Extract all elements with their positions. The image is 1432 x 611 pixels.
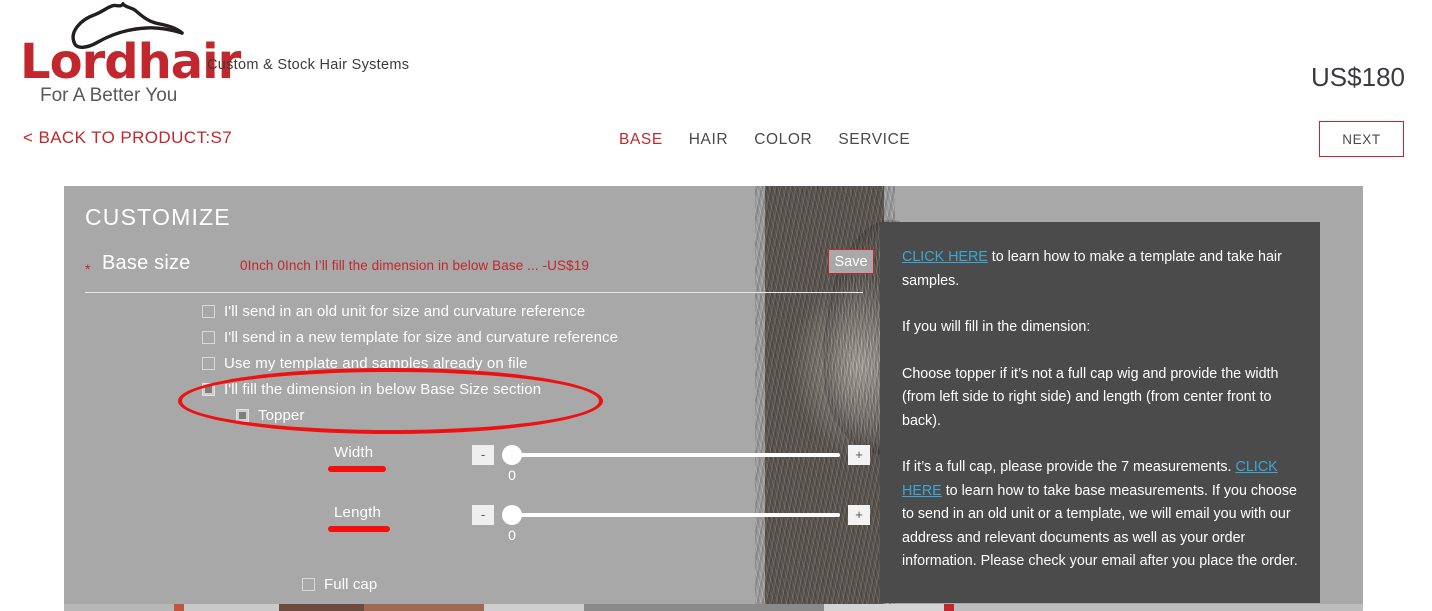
length-increment-button[interactable]: + <box>848 505 870 525</box>
required-marker: * <box>85 261 91 277</box>
section-divider <box>85 292 863 293</box>
width-slider-block: Width - + 0 <box>64 444 870 504</box>
width-value: 0 <box>508 467 516 483</box>
brand-logo[interactable]: Lordhair For A Better You <box>20 2 241 107</box>
price-total: US$180 <box>1311 62 1405 92</box>
option-full-cap[interactable]: Full cap <box>302 576 377 593</box>
tab-service[interactable]: SERVICE <box>836 129 912 151</box>
click-here-link-1[interactable]: CLICK HERE <box>902 249 988 265</box>
option-label: I'll send in an old unit for size and cu… <box>224 302 586 320</box>
save-button[interactable]: Save <box>828 249 874 274</box>
tab-base[interactable]: BASE <box>617 129 665 151</box>
next-button[interactable]: NEXT <box>1319 121 1404 157</box>
option-label: I'll fill the dimension in below Base Si… <box>224 380 542 398</box>
checkbox-checked-icon[interactable] <box>236 408 249 422</box>
option-label: Topper <box>258 406 305 424</box>
info-paragraph-3: Choose topper if it’s not a full cap wig… <box>902 365 1279 429</box>
brand-slogan: For A Better You <box>40 85 178 106</box>
checkbox-icon[interactable] <box>202 330 215 344</box>
info-paragraph-1: CLICK HERE to learn how to make a templa… <box>902 246 1298 293</box>
checkbox-icon[interactable] <box>302 578 315 591</box>
length-underline-annotation <box>328 526 390 532</box>
info-paragraph-4: If it’s a full cap, please provide the 7… <box>902 456 1298 574</box>
option-label: Full cap <box>324 576 378 593</box>
info-paragraph-4-text: to learn how to take base measurements. … <box>902 482 1298 570</box>
page-bottom-thumbnail-strip <box>64 604 1363 611</box>
width-label: Width <box>334 444 374 461</box>
panel-title: CUSTOMIZE <box>85 204 231 230</box>
option-topper[interactable]: Topper <box>236 402 822 428</box>
width-slider-track[interactable] <box>505 453 840 457</box>
option-label: Use my template and samples already on f… <box>224 354 528 372</box>
length-slider-block: Length - + 0 <box>64 504 870 564</box>
length-slider-track[interactable] <box>505 513 840 517</box>
width-slider-knob[interactable] <box>502 445 522 465</box>
step-navbar: < BACK TO PRODUCT:S7 BASE HAIR COLOR SER… <box>0 112 1432 186</box>
help-info-panel: CLICK HERE to learn how to make a templa… <box>880 222 1320 603</box>
section-title: Base size <box>102 252 191 274</box>
length-label: Length <box>334 504 382 521</box>
header-tagline: Custom & Stock Hair Systems <box>207 57 410 73</box>
tab-color[interactable]: COLOR <box>752 129 814 151</box>
page-header: Lordhair For A Better You Custom & Stock… <box>0 0 1432 112</box>
width-increment-button[interactable]: + <box>848 445 870 465</box>
option-label: I'll send in a new template for size and… <box>224 328 619 346</box>
length-slider-knob[interactable] <box>502 505 522 525</box>
option-new-template[interactable]: I'll send in a new template for size and… <box>202 324 822 350</box>
base-size-options: I'll send in an old unit for size and cu… <box>202 298 822 428</box>
info-paragraph-4-lead: If it’s a full cap, please provide the 7… <box>902 459 1236 475</box>
section-summary: 0Inch 0Inch I’ll fill the dimension in b… <box>240 258 589 273</box>
checkbox-checked-icon[interactable] <box>202 382 215 396</box>
option-fill-dimension[interactable]: I'll fill the dimension in below Base Si… <box>202 376 822 402</box>
tab-hair[interactable]: HAIR <box>687 129 730 151</box>
length-decrement-button[interactable]: - <box>472 505 494 525</box>
info-paragraph-2: If you will fill in the dimension: <box>902 319 1091 335</box>
width-underline-annotation <box>328 466 386 472</box>
back-to-product-link[interactable]: < BACK TO PRODUCT:S7 <box>23 128 232 148</box>
option-old-unit[interactable]: I'll send in an old unit for size and cu… <box>202 298 822 324</box>
checkbox-icon[interactable] <box>202 356 215 370</box>
length-value: 0 <box>508 527 516 543</box>
checkbox-icon[interactable] <box>202 304 215 318</box>
step-tabs: BASE HAIR COLOR SERVICE <box>617 129 912 151</box>
width-decrement-button[interactable]: - <box>472 445 494 465</box>
option-template-on-file[interactable]: Use my template and samples already on f… <box>202 350 822 376</box>
